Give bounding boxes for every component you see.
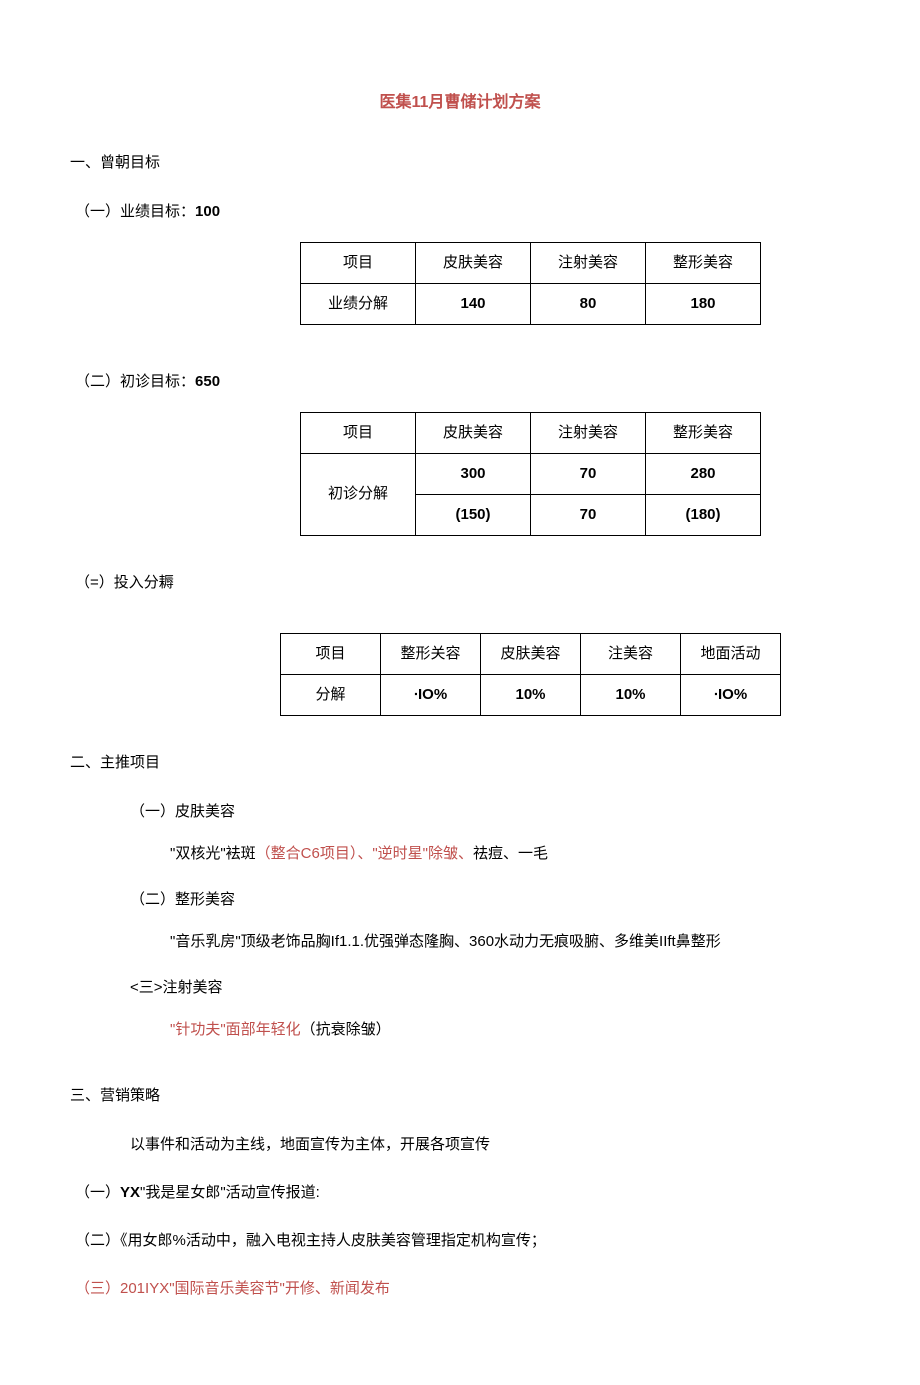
table-cell: 280	[646, 453, 761, 494]
table-header: 项目	[281, 633, 381, 674]
table-row: 业绩分解 140 80 180	[301, 283, 761, 324]
table-header: 注美容	[581, 633, 681, 674]
table-row: 初诊分解 300 70 280	[301, 453, 761, 494]
text: "我是星女郎"活动宣传报道:	[140, 1184, 320, 1201]
table-header: 皮肤美容	[481, 633, 581, 674]
table-cell: 70	[531, 494, 646, 535]
section-3-intro: 以事件和活动为主线，地面宣传为主体，开展各项宣传	[130, 1133, 850, 1157]
text: （一）	[75, 1184, 120, 1201]
section-1-2-value: 650	[195, 373, 220, 390]
section-2-2-body: "音乐乳房"顶级老饰品胸If1.1.优强弹态隆胸、360水动力无痕吸腑、多维美I…	[170, 930, 850, 954]
table-header: 皮肤美容	[416, 412, 531, 453]
table-cell: 300	[416, 453, 531, 494]
table-header: 整形美容	[646, 242, 761, 283]
section-2-3-body: "针功夫"面部年轻化（抗衰除皱）	[170, 1018, 850, 1042]
section-1-heading: 一、曾朝目标	[70, 151, 850, 175]
table-header: 皮肤美容	[416, 242, 531, 283]
section-1-1-value: 100	[195, 203, 220, 220]
table-header: 项目	[301, 242, 416, 283]
text-bold: YX	[120, 1184, 140, 1201]
document-title: 医集11月曹储计划方案	[70, 90, 850, 116]
table-cell: (150)	[416, 494, 531, 535]
table-cell: 初诊分解	[301, 453, 416, 535]
performance-table: 项目 皮肤美容 注射美容 整形美容 业绩分解 140 80 180	[300, 242, 761, 325]
text-highlight: （整合C6项目）、"逆时星"除皱、	[256, 845, 473, 862]
investment-table: 项目 整形关容 皮肤美容 注美容 地面活动 分解 ∙IO% 10% 10% ∙I…	[280, 633, 781, 716]
table-header: 地面活动	[681, 633, 781, 674]
table-cell: 10%	[481, 674, 581, 715]
table-cell: 140	[416, 283, 531, 324]
table-header: 注射美容	[531, 242, 646, 283]
section-2-1-heading: （一）皮肤美容	[130, 800, 850, 824]
table-row: 分解 ∙IO% 10% 10% ∙IO%	[281, 674, 781, 715]
section-1-2-label: （二）初诊目标：	[75, 373, 195, 390]
section-3-item-1: （一）YX"我是星女郎"活动宣传报道:	[75, 1181, 850, 1205]
table-row: 项目 整形关容 皮肤美容 注美容 地面活动	[281, 633, 781, 674]
section-1-3-heading: （=）投入分耨	[75, 571, 850, 595]
section-3-item-3: （三）201IYX"国际音乐美容节"开修、新闻发布	[75, 1277, 850, 1301]
initial-diagnosis-table: 项目 皮肤美容 注射美容 整形美容 初诊分解 300 70 280 (150) …	[300, 412, 761, 536]
section-2-2-heading: （二）整形美容	[130, 888, 850, 912]
table-header: 整形关容	[381, 633, 481, 674]
table-cell: (180)	[646, 494, 761, 535]
table-row: 项目 皮肤美容 注射美容 整形美容	[301, 242, 761, 283]
text-highlight: "针功夫"面部年轻化	[170, 1021, 301, 1038]
table-cell: 业绩分解	[301, 283, 416, 324]
text: 祛痘、一毛	[473, 845, 548, 862]
table-cell: 180	[646, 283, 761, 324]
section-2-heading: 二、主推项目	[70, 751, 850, 775]
text: （抗衰除皱）	[301, 1021, 391, 1038]
section-2-1-body: "双核光"袪斑（整合C6项目）、"逆时星"除皱、祛痘、一毛	[170, 842, 850, 866]
text: "双核光"袪斑	[170, 845, 256, 862]
table-cell: ∙IO%	[681, 674, 781, 715]
table-cell: 80	[531, 283, 646, 324]
section-3-heading: 三、营销策略	[70, 1084, 850, 1108]
table-cell: 分解	[281, 674, 381, 715]
table-cell: 70	[531, 453, 646, 494]
table-header: 项目	[301, 412, 416, 453]
table-cell: ∙IO%	[381, 674, 481, 715]
section-1-2-heading: （二）初诊目标：650	[75, 370, 850, 394]
section-3-item-2: （二）《用女郎%活动中，融入电视主持人皮肤美容管理指定机构宣传；	[75, 1229, 850, 1253]
table-header: 整形美容	[646, 412, 761, 453]
section-1-1-heading: （一）业绩目标：100	[75, 200, 850, 224]
table-row: 项目 皮肤美容 注射美容 整形美容	[301, 412, 761, 453]
table-cell: 10%	[581, 674, 681, 715]
table-header: 注射美容	[531, 412, 646, 453]
section-1-1-label: （一）业绩目标：	[75, 203, 195, 220]
section-2-3-heading: <三>注射美容	[130, 976, 850, 1000]
